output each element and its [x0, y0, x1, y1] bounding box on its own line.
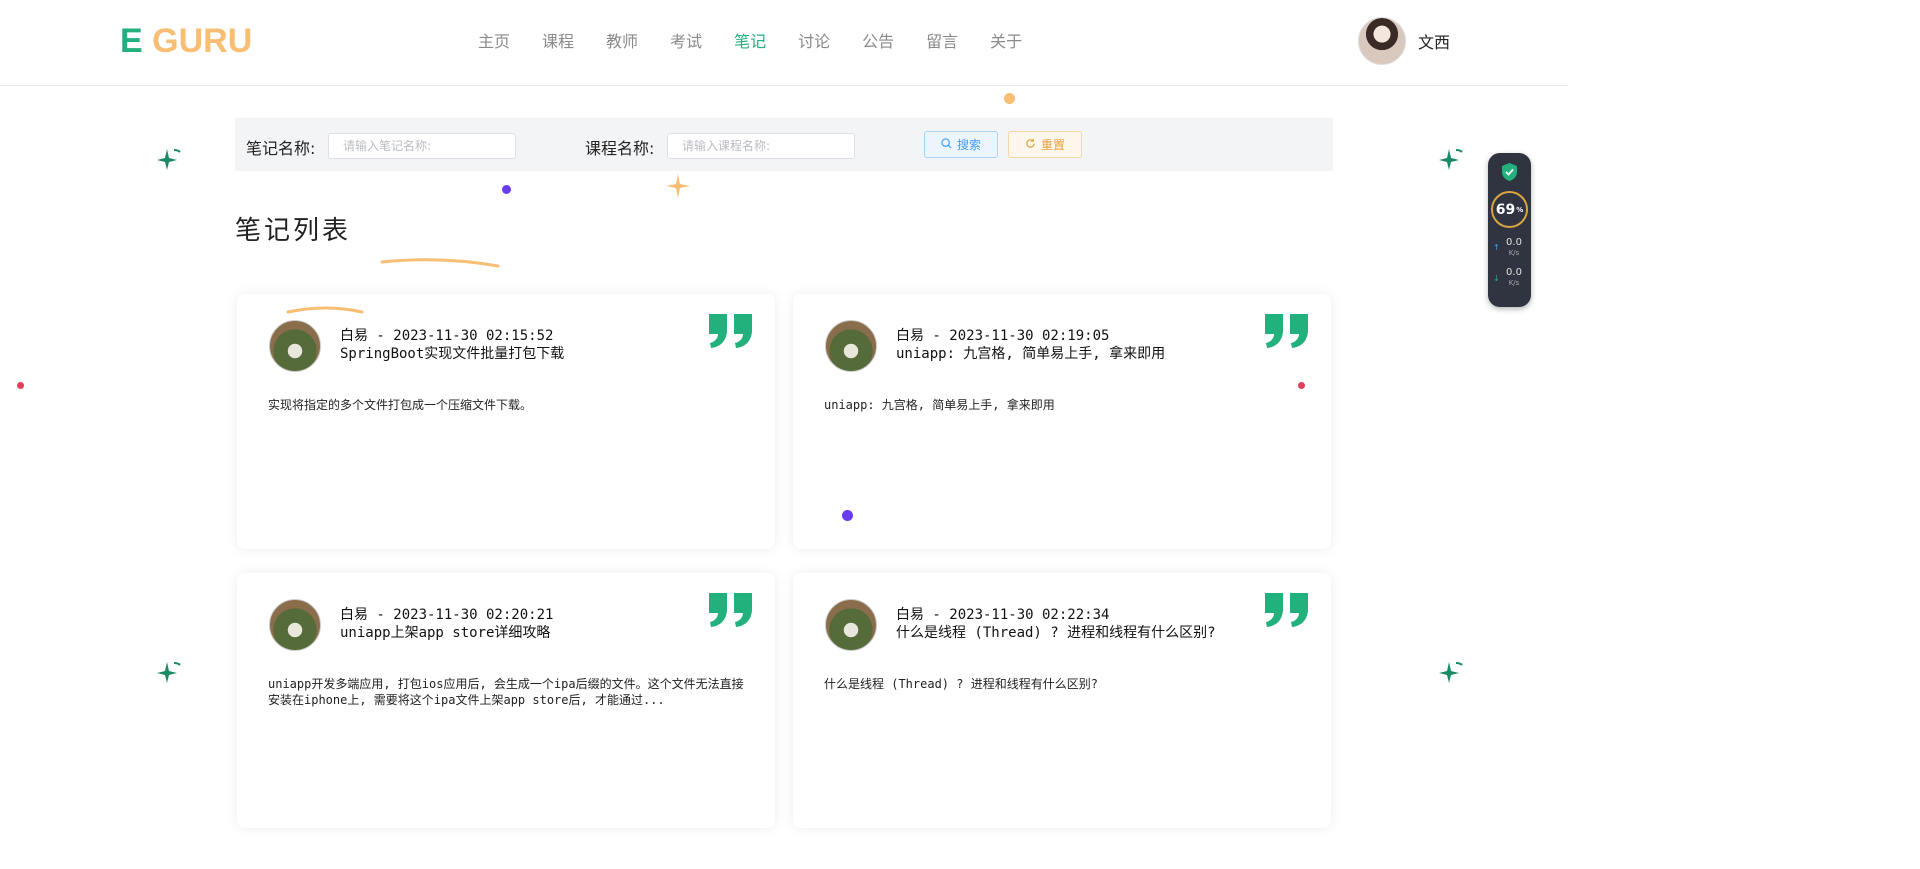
quote-icon	[709, 314, 752, 348]
note-card[interactable]: 白易 - 2023-11-30 02:20:21 uniapp上架app sto…	[237, 573, 775, 828]
nav-teachers[interactable]: 教师	[606, 30, 638, 54]
note-description: 实现将指定的多个文件打包成一个压缩文件下载。	[268, 398, 533, 412]
note-card[interactable]: 白易 - 2023-11-30 02:15:52 SpringBoot实现文件批…	[237, 294, 775, 549]
author-avatar	[269, 320, 321, 372]
upload-arrow-icon: ↑	[1493, 243, 1500, 252]
note-description: uniapp: 九宫格, 简单易上手, 拿来即用	[824, 398, 1055, 412]
search-icon	[941, 137, 952, 152]
user-avatar[interactable]	[1358, 17, 1406, 65]
note-title[interactable]: 什么是线程 (Thread) ? 进程和线程有什么区别?	[896, 624, 1216, 642]
upload-speed: 0.0 K/s	[1502, 238, 1526, 258]
network-monitor-widget[interactable]: 69% ↑ 0.0 K/s ↓ 0.0 K/s	[1488, 153, 1531, 307]
upload-speed-value: 0.0	[1506, 237, 1522, 248]
sparkle-decoration	[157, 662, 181, 683]
note-author-time: 白易 - 2023-11-30 02:15:52	[340, 328, 554, 344]
note-description: 什么是线程 (Thread) ? 进程和线程有什么区别?	[824, 677, 1098, 691]
download-speed: 0.0 K/s	[1502, 268, 1526, 288]
author-avatar	[825, 599, 877, 651]
squiggle-decoration	[286, 306, 364, 314]
course-name-input[interactable]	[667, 133, 855, 159]
download-arrow-icon: ↓	[1493, 274, 1500, 283]
sparkle-decoration	[1439, 149, 1463, 170]
nav-about[interactable]: 关于	[990, 30, 1022, 54]
search-bar: 笔记名称: 课程名称: 搜索 重置	[235, 118, 1333, 171]
nav-courses[interactable]: 课程	[542, 30, 574, 54]
main-nav: 主页 课程 教师 考试 笔记 讨论 公告 留言 关于	[462, 30, 1038, 54]
quote-icon	[1265, 314, 1308, 348]
nav-notes[interactable]: 笔记	[734, 30, 766, 54]
usage-percent-unit: %	[1516, 205, 1524, 214]
usage-percent: 69%	[1491, 191, 1528, 228]
search-button-label: 搜索	[956, 138, 981, 152]
author-avatar	[825, 320, 877, 372]
shield-icon	[1502, 163, 1517, 181]
nav-home[interactable]: 主页	[478, 30, 510, 54]
author-avatar	[269, 599, 321, 651]
nav-discussion[interactable]: 讨论	[798, 30, 830, 54]
note-meta: 白易 - 2023-11-30 02:19:05 uniapp: 九宫格, 简单…	[896, 327, 1165, 363]
download-speed-unit: K/s	[1508, 279, 1520, 287]
nav-exams[interactable]: 考试	[670, 30, 702, 54]
user-name[interactable]: 文西	[1418, 29, 1450, 53]
sparkle-decoration	[157, 149, 181, 170]
reset-button-label: 重置	[1040, 138, 1065, 152]
note-title[interactable]: SpringBoot实现文件批量打包下载	[340, 345, 564, 363]
note-name-input[interactable]	[328, 133, 516, 159]
note-name-label: 笔记名称:	[246, 139, 316, 158]
dot-decoration	[842, 510, 853, 521]
title-underline-decoration	[380, 258, 500, 268]
logo-guru: GURU	[152, 22, 253, 60]
note-title[interactable]: uniapp: 九宫格, 简单易上手, 拿来即用	[896, 345, 1165, 363]
nav-announcements[interactable]: 公告	[862, 30, 894, 54]
note-author-time: 白易 - 2023-11-30 02:19:05	[896, 328, 1110, 344]
dot-decoration	[17, 382, 24, 389]
top-header: E GURU 主页 课程 教师 考试 笔记 讨论 公告 留言 关于 文西	[0, 0, 1568, 86]
note-author-time: 白易 - 2023-11-30 02:22:34	[896, 607, 1110, 623]
brand-logo[interactable]: E GURU	[120, 22, 252, 61]
reset-button[interactable]: 重置	[1008, 131, 1082, 158]
logo-e: E	[120, 22, 143, 60]
course-name-label: 课程名称:	[585, 139, 655, 158]
user-menu[interactable]: 文西	[1358, 17, 1450, 65]
quote-icon	[709, 593, 752, 627]
note-meta: 白易 - 2023-11-30 02:15:52 SpringBoot实现文件批…	[340, 327, 564, 363]
sparkle-decoration	[1439, 662, 1463, 683]
usage-percent-value: 69	[1495, 201, 1516, 218]
note-description: uniapp开发多端应用, 打包ios应用后, 会生成一个ipa后缀的文件。这个…	[268, 677, 744, 707]
note-author-time: 白易 - 2023-11-30 02:20:21	[340, 607, 554, 623]
note-title[interactable]: uniapp上架app store详细攻略	[340, 624, 553, 642]
upload-speed-unit: K/s	[1508, 249, 1520, 257]
note-card[interactable]: 白易 - 2023-11-30 02:19:05 uniapp: 九宫格, 简单…	[793, 294, 1331, 549]
search-button[interactable]: 搜索	[924, 131, 998, 158]
star-decoration	[666, 174, 690, 198]
dot-decoration	[502, 185, 511, 194]
dot-decoration	[1298, 382, 1305, 389]
note-meta: 白易 - 2023-11-30 02:22:34 什么是线程 (Thread) …	[896, 606, 1216, 642]
note-meta: 白易 - 2023-11-30 02:20:21 uniapp上架app sto…	[340, 606, 553, 642]
refresh-icon	[1025, 138, 1036, 152]
note-card[interactable]: 白易 - 2023-11-30 02:22:34 什么是线程 (Thread) …	[793, 573, 1331, 828]
download-speed-value: 0.0	[1506, 267, 1522, 278]
nav-messages[interactable]: 留言	[926, 30, 958, 54]
quote-icon	[1265, 593, 1308, 627]
dot-decoration	[1004, 93, 1015, 104]
section-title: 笔记列表	[235, 216, 352, 246]
